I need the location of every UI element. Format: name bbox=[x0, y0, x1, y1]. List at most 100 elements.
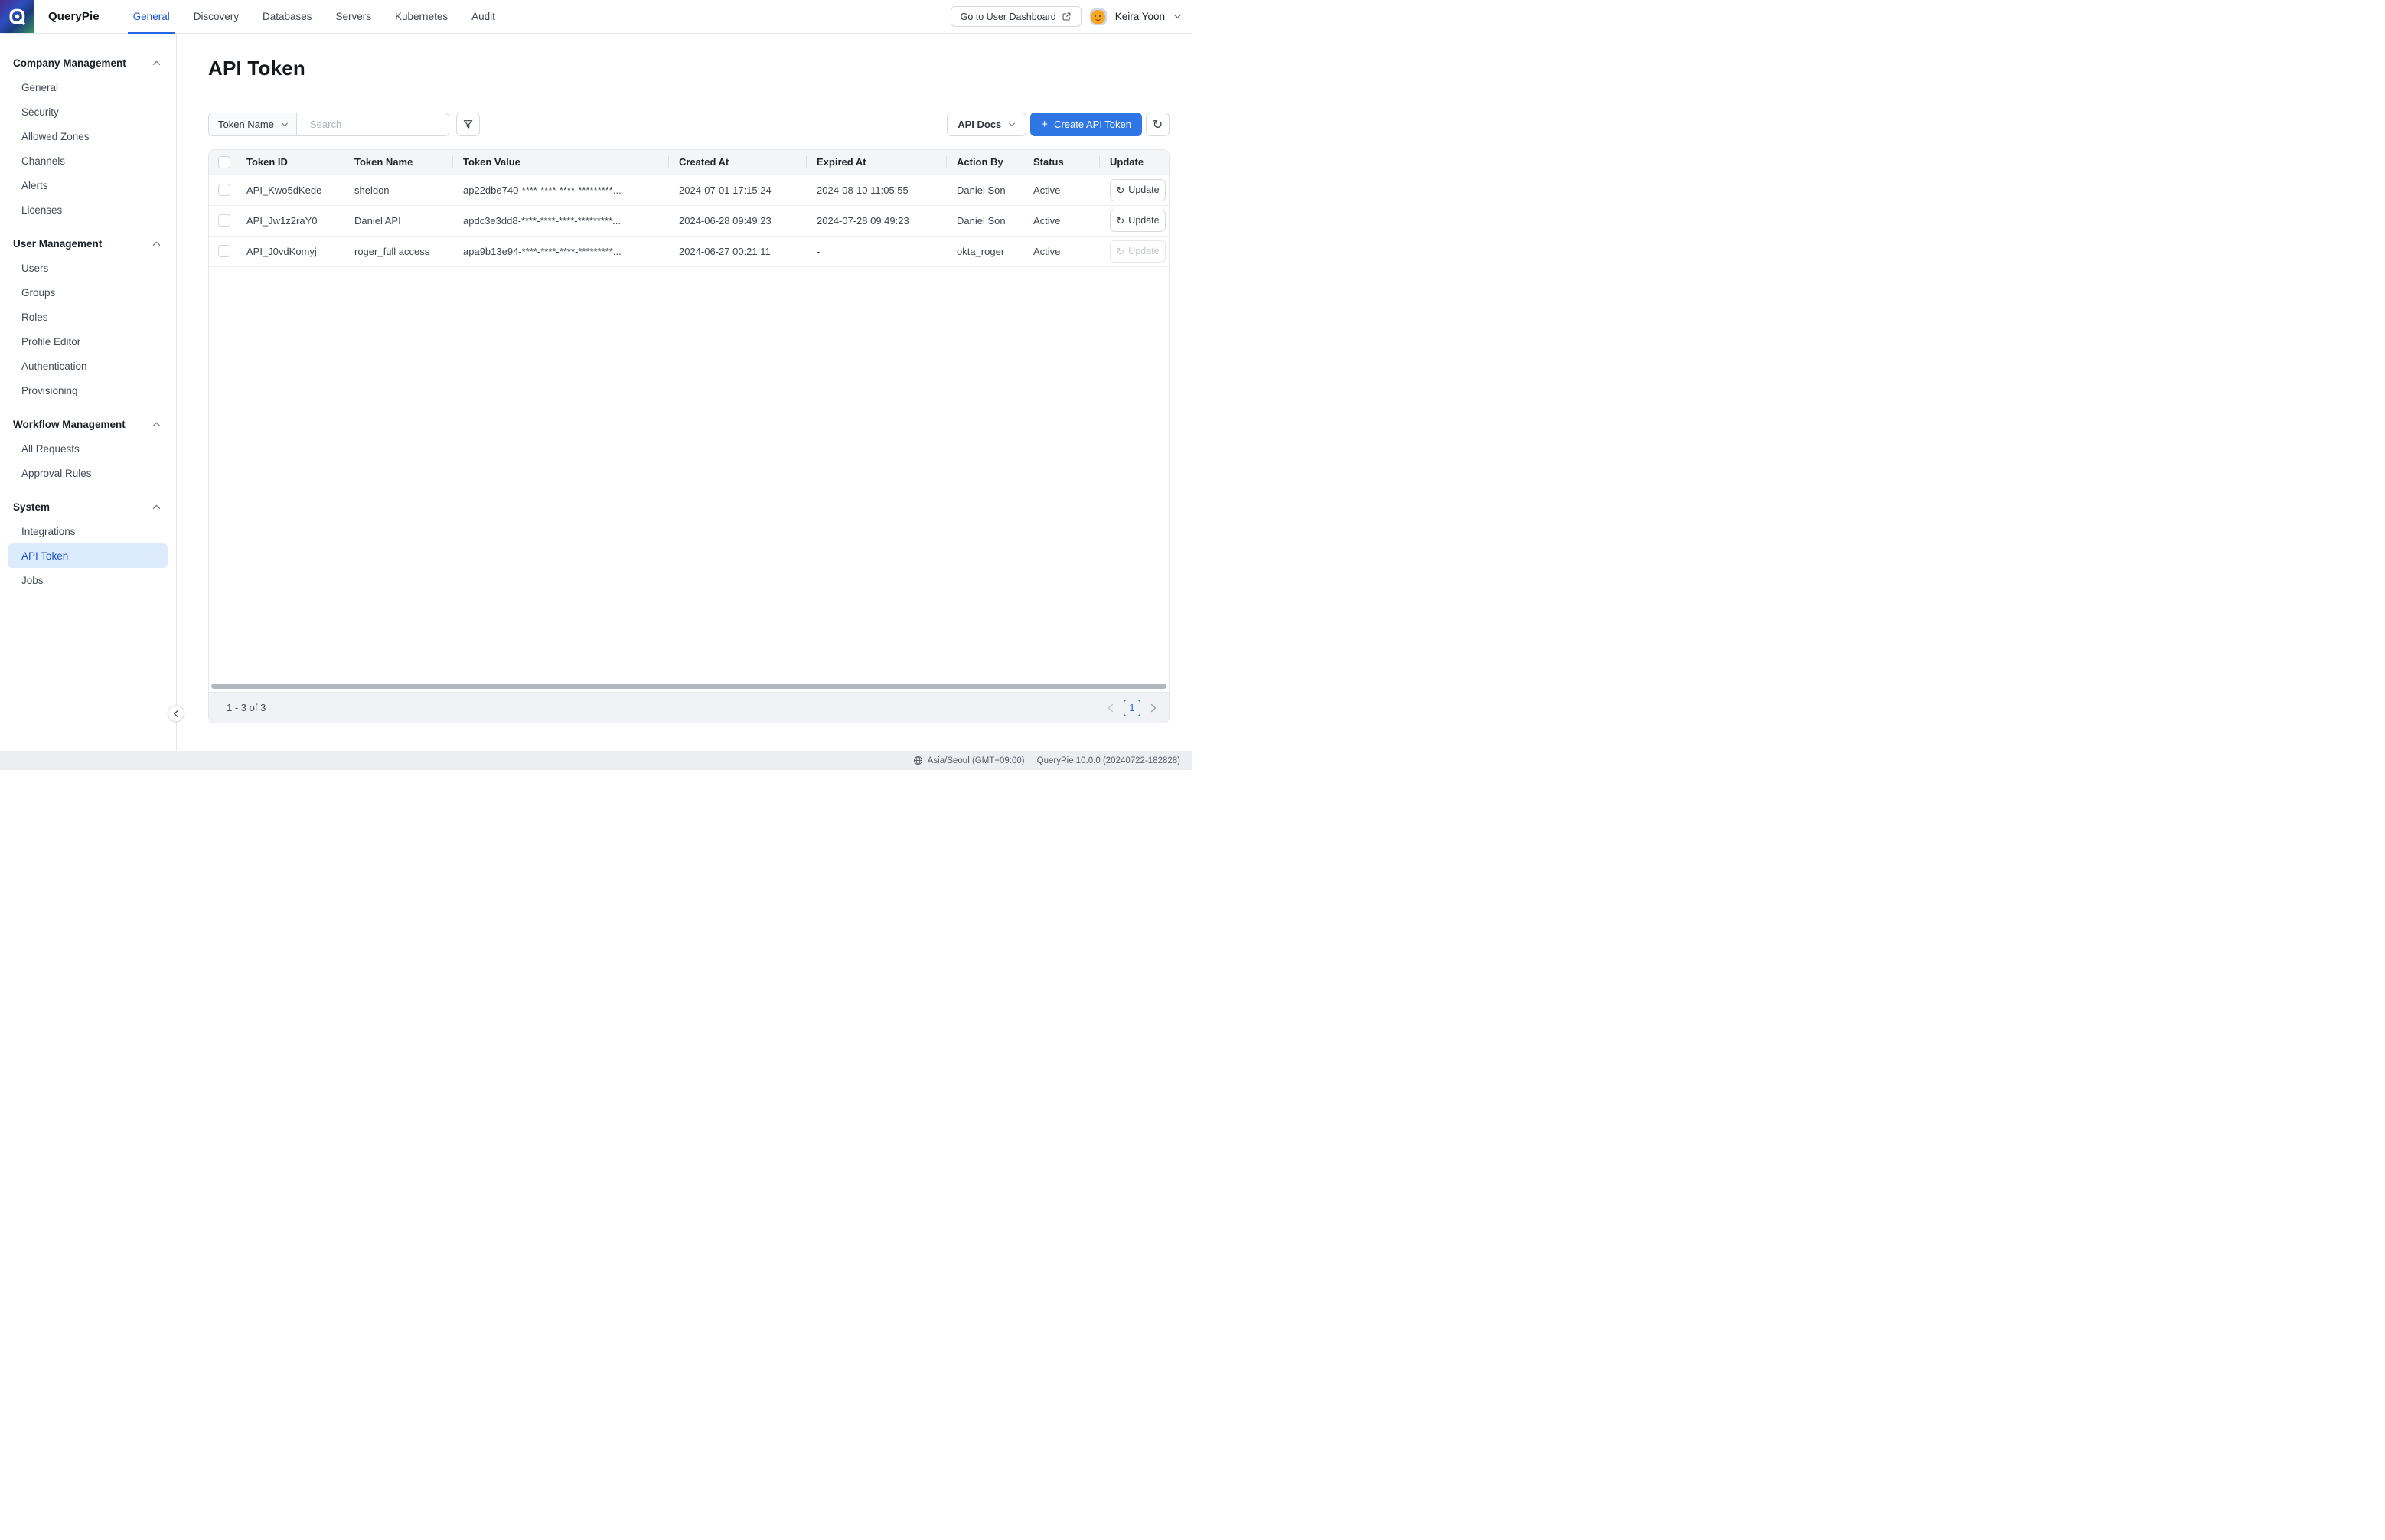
user-menu-chevron-down-icon[interactable] bbox=[1173, 14, 1182, 19]
timezone-indicator[interactable]: Asia/Seoul (GMT+09:00) bbox=[913, 755, 1025, 765]
column-header-token-value[interactable]: Token Value bbox=[452, 150, 668, 175]
top-nav-tab[interactable]: Kubernetes bbox=[395, 0, 448, 34]
sidebar-item[interactable]: Groups bbox=[8, 280, 168, 305]
go-to-user-dashboard-button[interactable]: Go to User Dashboard bbox=[951, 6, 1082, 27]
sidebar-item[interactable]: Profile Editor bbox=[8, 329, 168, 354]
sidebar-item[interactable]: Security bbox=[8, 100, 168, 124]
top-nav-tab[interactable]: General bbox=[133, 0, 170, 34]
table-body: API_Kwo5dKede sheldon ap22dbe740-****-**… bbox=[209, 175, 1169, 266]
user-avatar[interactable] bbox=[1090, 8, 1107, 25]
search-box bbox=[297, 113, 449, 136]
row-checkbox[interactable] bbox=[218, 245, 230, 257]
top-nav-tab-label: Databases bbox=[263, 11, 312, 22]
sidebar-section-header[interactable]: Company Management bbox=[0, 51, 176, 75]
row-checkbox[interactable] bbox=[218, 184, 230, 196]
sidebar-item[interactable]: Licenses bbox=[8, 197, 168, 222]
column-header-action-by[interactable]: Action By bbox=[946, 150, 1023, 175]
cell-action-by: Daniel Son bbox=[946, 205, 1023, 236]
sidebar-item[interactable]: Alerts bbox=[8, 173, 168, 197]
cell-token-id: API_J0vdKomyj bbox=[236, 236, 344, 266]
previous-page-button[interactable] bbox=[1108, 703, 1114, 713]
pagination-bar: 1 - 3 of 3 1 bbox=[209, 692, 1169, 723]
chevron-down-icon bbox=[281, 122, 289, 127]
sidebar-item[interactable]: Jobs bbox=[8, 568, 168, 592]
sidebar-item-label: Roles bbox=[21, 312, 48, 323]
toolbar-left: Token Name bbox=[208, 113, 480, 136]
column-header-update[interactable]: Update bbox=[1099, 150, 1169, 175]
sidebar-item[interactable]: Provisioning bbox=[8, 378, 168, 403]
sidebar-section-header[interactable]: User Management bbox=[0, 231, 176, 256]
cell-token-name: Daniel API bbox=[344, 205, 452, 236]
search-input[interactable] bbox=[310, 119, 445, 130]
querypie-logo bbox=[0, 0, 34, 33]
next-page-button[interactable] bbox=[1150, 703, 1157, 713]
update-button[interactable]: ↻ Update bbox=[1110, 179, 1166, 201]
sidebar-item-label: API Token bbox=[21, 550, 68, 562]
sidebar-item[interactable]: Approval Rules bbox=[8, 461, 168, 485]
api-docs-button[interactable]: API Docs bbox=[947, 113, 1026, 136]
table-row: API_Kwo5dKede sheldon ap22dbe740-****-**… bbox=[209, 175, 1169, 205]
sidebar-item[interactable]: API Token bbox=[8, 543, 168, 568]
column-header-token-name[interactable]: Token Name bbox=[344, 150, 452, 175]
sidebar-item-label: General bbox=[21, 82, 58, 93]
chevron-up-icon bbox=[152, 422, 161, 427]
sidebar-item-label: Groups bbox=[21, 287, 55, 299]
top-nav-tab[interactable]: Servers bbox=[336, 0, 372, 34]
top-nav-bar: QueryPie General Discovery Databases Ser… bbox=[0, 0, 1192, 34]
column-header-token-id[interactable]: Token ID bbox=[236, 150, 344, 175]
update-button-label: Update bbox=[1128, 246, 1159, 256]
sidebar-item[interactable]: Allowed Zones bbox=[8, 124, 168, 148]
avatar-smiley-icon bbox=[1091, 10, 1105, 24]
chevron-up-icon bbox=[152, 241, 161, 246]
top-nav-tab[interactable]: Databases bbox=[263, 0, 312, 34]
row-checkbox[interactable] bbox=[218, 214, 230, 227]
sidebar-collapse-button[interactable] bbox=[168, 705, 184, 722]
sidebar-item[interactable]: Channels bbox=[8, 148, 168, 173]
filter-button[interactable] bbox=[456, 113, 480, 136]
sidebar-item-label: Provisioning bbox=[21, 385, 78, 396]
sidebar-item[interactable]: Integrations bbox=[8, 519, 168, 543]
sidebar-item-label: Integrations bbox=[21, 526, 76, 537]
sidebar-section-header[interactable]: Workflow Management bbox=[0, 412, 176, 436]
sidebar-item[interactable]: General bbox=[8, 75, 168, 100]
user-name: Keira Yoon bbox=[1115, 11, 1165, 22]
sidebar-item[interactable]: Authentication bbox=[8, 354, 168, 378]
top-nav-tab[interactable]: Audit bbox=[471, 0, 495, 34]
sidebar-section-header[interactable]: System bbox=[0, 494, 176, 519]
column-header-status[interactable]: Status bbox=[1023, 150, 1099, 175]
top-nav-tabs: General Discovery Databases Servers Kube… bbox=[133, 0, 495, 34]
search-field-select[interactable]: Token Name bbox=[208, 113, 297, 136]
column-header-expired-at[interactable]: Expired At bbox=[806, 150, 946, 175]
sidebar-item[interactable]: Users bbox=[8, 256, 168, 280]
column-header-created-at[interactable]: Created At bbox=[668, 150, 806, 175]
select-all-checkbox[interactable] bbox=[218, 156, 230, 168]
cell-token-value: apa9b13e94-****-****-****-*********... bbox=[452, 236, 668, 266]
update-button[interactable]: ↻ Update bbox=[1110, 240, 1166, 263]
table-row: API_Jw1z2raY0 Daniel API apdc3e3dd8-****… bbox=[209, 205, 1169, 236]
refresh-icon: ↻ bbox=[1153, 117, 1163, 132]
top-nav-tab[interactable]: Discovery bbox=[194, 0, 239, 34]
sidebar-item-label: Users bbox=[21, 263, 48, 274]
table-row: API_J0vdKomyj roger_full access apa9b13e… bbox=[209, 236, 1169, 266]
sidebar-item[interactable]: All Requests bbox=[8, 436, 168, 461]
create-api-token-button[interactable]: + Create API Token bbox=[1030, 113, 1142, 136]
update-button[interactable]: ↻ Update bbox=[1110, 210, 1166, 232]
page-number-button[interactable]: 1 bbox=[1124, 700, 1140, 716]
cell-token-id: API_Kwo5dKede bbox=[236, 175, 344, 205]
table-header-row: Token ID Token Name Token Value Created … bbox=[209, 150, 1169, 175]
cell-created-at: 2024-07-01 17:15:24 bbox=[668, 175, 806, 205]
cell-status: Active bbox=[1023, 175, 1099, 205]
chevron-left-icon bbox=[173, 710, 179, 718]
cell-created-at: 2024-06-27 00:21:11 bbox=[668, 236, 806, 266]
sidebar-item[interactable]: Roles bbox=[8, 305, 168, 329]
main-content: API Token Token Name bbox=[177, 34, 1192, 751]
refresh-table-button[interactable]: ↻ bbox=[1146, 113, 1170, 136]
cell-status: Active bbox=[1023, 205, 1099, 236]
querypie-logo-icon bbox=[4, 4, 30, 30]
sidebar-section-user-management: User Management Users Groups Rol bbox=[0, 231, 176, 403]
sidebar-item-label: Licenses bbox=[21, 204, 62, 216]
funnel-icon bbox=[462, 119, 474, 130]
sidebar-item-label: Authentication bbox=[21, 361, 87, 372]
cell-action-by: okta_roger bbox=[946, 236, 1023, 266]
horizontal-scrollbar[interactable] bbox=[211, 684, 1166, 689]
